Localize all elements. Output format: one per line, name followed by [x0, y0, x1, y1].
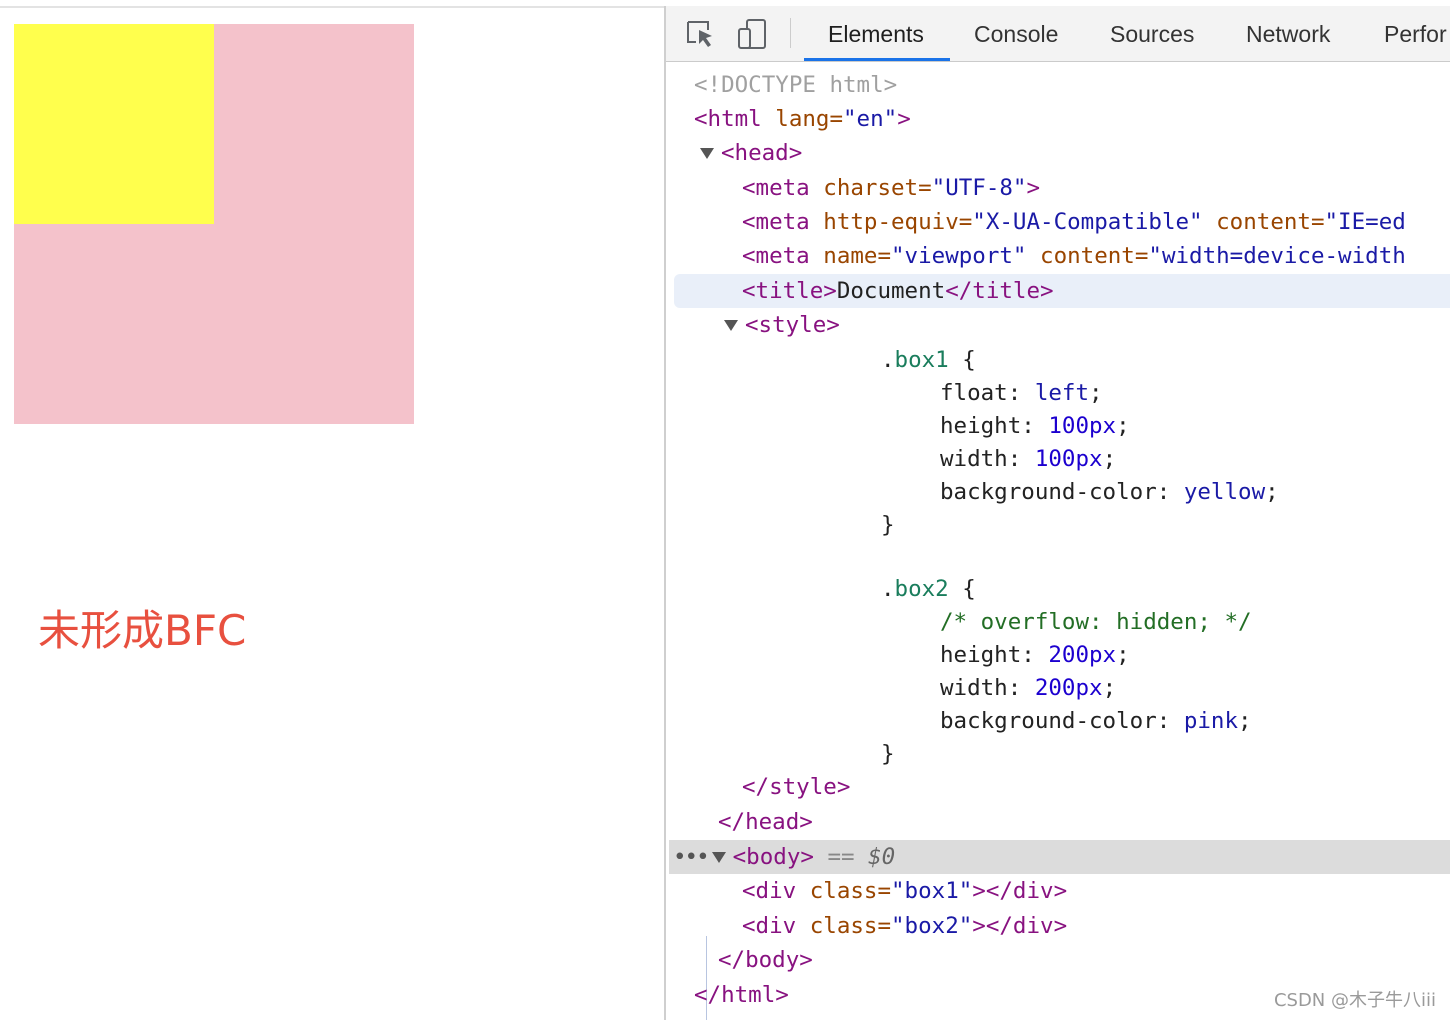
css-box1-prop: background-color: yellow;: [940, 479, 1279, 505]
rendered-page: 未形成BFC: [0, 8, 665, 1020]
active-tab-indicator: [804, 58, 950, 61]
devtools-panel: Elements Console Sources Network Perfor …: [664, 6, 1450, 1020]
dom-style-open[interactable]: <style>: [666, 308, 1450, 342]
device-toolbar-icon[interactable]: [736, 18, 770, 50]
tab-sources[interactable]: Sources: [1110, 6, 1194, 61]
dom-body-close[interactable]: </body>: [666, 943, 1450, 977]
inspect-element-icon[interactable]: [684, 18, 718, 50]
caption-text: 未形成BFC: [38, 606, 247, 655]
dom-html-open[interactable]: <html lang="en">: [666, 102, 1450, 136]
watermark: CSDN @木子牛八iii: [1273, 990, 1436, 1011]
devtools-toolbar: Elements Console Sources Network Perfor: [666, 6, 1450, 62]
css-box2-selector: .box2 {: [881, 576, 976, 602]
css-box1-prop: width: 100px;: [940, 446, 1117, 472]
dom-meta-charset[interactable]: <meta charset="UTF-8">: [666, 171, 1450, 205]
toolbar-separator: [790, 18, 791, 48]
box1-yellow: [14, 24, 214, 224]
dom-body-open-selected[interactable]: ••• <body> == $0: [669, 840, 1450, 874]
expand-triangle-icon[interactable]: [724, 320, 738, 331]
dom-title[interactable]: <title>Document</title>: [674, 274, 1450, 308]
tab-elements[interactable]: Elements: [828, 6, 924, 61]
dom-style-close[interactable]: </style>: [666, 770, 1450, 804]
css-box2-close: }: [881, 741, 895, 767]
css-box2-comment: /* overflow: hidden; */: [940, 609, 1252, 635]
dom-head-close[interactable]: </head>: [666, 805, 1450, 839]
dom-doctype[interactable]: <!DOCTYPE html>: [666, 68, 1450, 102]
elements-tree: <!DOCTYPE html> <html lang="en"> <head> …: [666, 68, 1450, 1020]
css-box1-selector: .box1 {: [881, 347, 976, 373]
dom-div-box1[interactable]: <div class="box1"></div>: [666, 874, 1450, 908]
dom-meta-viewport[interactable]: <meta name="viewport" content="width=dev…: [666, 239, 1450, 273]
css-box2-prop: height: 200px;: [940, 642, 1130, 668]
dom-div-box2[interactable]: <div class="box2"></div>: [666, 909, 1450, 943]
css-box2-prop: background-color: pink;: [940, 708, 1252, 734]
tab-performance[interactable]: Perfor: [1384, 6, 1447, 61]
expand-triangle-icon[interactable]: [711, 852, 726, 863]
dom-meta-http-equiv[interactable]: <meta http-equiv="X-UA-Compatible" conte…: [666, 205, 1450, 239]
css-box2-prop: width: 200px;: [940, 675, 1117, 701]
css-box1-close: }: [881, 512, 895, 538]
css-box1-prop: float: left;: [940, 380, 1103, 406]
expand-triangle-icon[interactable]: [700, 148, 714, 159]
css-box1-prop: height: 100px;: [940, 413, 1130, 439]
more-actions-icon[interactable]: •••: [673, 844, 710, 870]
dom-head-open[interactable]: <head>: [666, 136, 1450, 170]
tab-network[interactable]: Network: [1246, 6, 1330, 61]
tab-console[interactable]: Console: [974, 6, 1058, 61]
